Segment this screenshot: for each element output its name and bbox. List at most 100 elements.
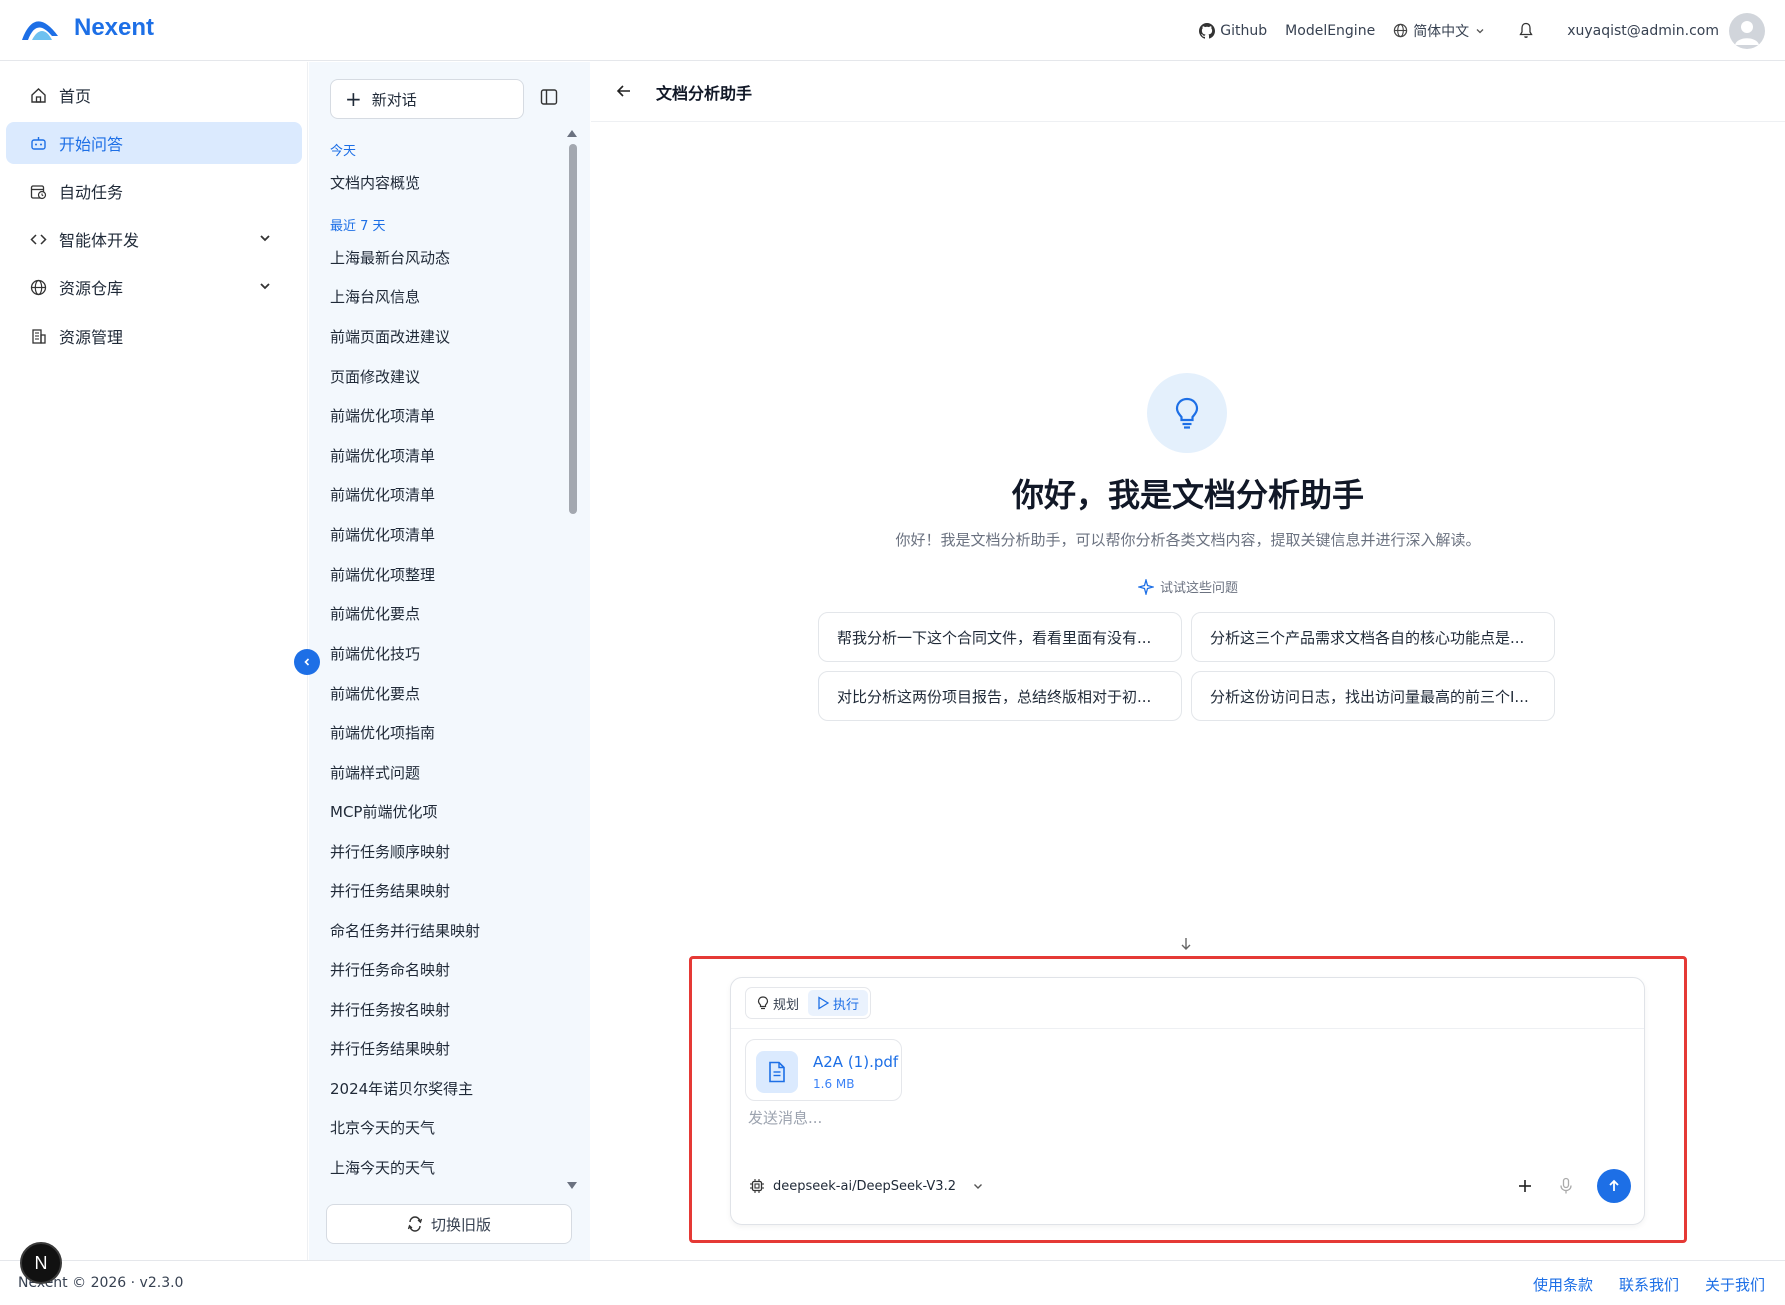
github-link[interactable]: Github <box>1199 22 1268 39</box>
language-select[interactable]: 简体中文 <box>1393 21 1490 41</box>
microphone-icon[interactable] <box>1559 1177 1573 1195</box>
chevron-down-icon <box>260 235 270 242</box>
conversation-item[interactable]: 前端页面改进建议 <box>330 326 450 347</box>
avatar[interactable] <box>1729 12 1765 49</box>
conversation-item[interactable]: MCP前端优化项 <box>330 801 437 822</box>
nav-item-start-qa[interactable]: 开始问答 <box>6 122 302 164</box>
nav-item-label: 自动任务 <box>59 183 124 202</box>
switch-old-version-button[interactable]: 切换旧版 <box>326 1204 572 1244</box>
chevron-left-icon <box>304 658 310 666</box>
github-icon <box>1199 22 1216 39</box>
welcome-title: 你好，我是文档分析助手 <box>1011 476 1364 514</box>
nav-item-label: 开始问答 <box>59 135 124 154</box>
nav-item-label: 资源仓库 <box>59 279 124 298</box>
collapse-sidebar-button[interactable] <box>294 649 320 675</box>
home-icon <box>31 87 46 103</box>
user-email[interactable]: xuyaqist@admin.com <box>1567 23 1719 39</box>
conversation-item[interactable]: 并行任务按名映射 <box>330 999 450 1020</box>
nav-item-auto-tasks[interactable]: 自动任务 <box>6 170 302 212</box>
main-sidebar: 首页 开始问答 自动任务 智能体开发 资源仓库 资源管理 <box>0 62 308 1260</box>
lightbulb-icon <box>757 996 769 1010</box>
conversation-item[interactable]: 前端样式问题 <box>330 762 420 783</box>
user-email-label: xuyaqist@admin.com <box>1567 22 1719 39</box>
app-name: Nexent <box>74 14 155 41</box>
suggestion-card[interactable]: 分析这三个产品需求文档各自的核心功能点是... <box>1191 612 1555 662</box>
scroll-up-arrow-icon[interactable] <box>567 130 577 137</box>
conversation-item[interactable]: 前端优化技巧 <box>330 643 420 664</box>
mode-execute-button[interactable]: 执行 <box>808 990 869 1016</box>
conversation-item[interactable]: 前端优化项清单 <box>330 484 435 505</box>
conversation-item[interactable]: 文档内容概览 <box>330 172 420 193</box>
suggestion-card[interactable]: 分析这份访问日志，找出访问量最高的前三个I... <box>1191 671 1555 721</box>
sidebar-toggle-icon[interactable] <box>540 88 558 106</box>
conversation-item[interactable]: 前端优化项指南 <box>330 722 435 743</box>
conversation-item[interactable]: 上海台风信息 <box>330 286 420 307</box>
conversation-item[interactable]: 前端优化项整理 <box>330 564 435 585</box>
attached-file-card[interactable]: A2A (1).pdf 1.6 MB <box>745 1039 902 1101</box>
model-name: deepseek-ai/DeepSeek-V3.2 <box>773 1178 956 1194</box>
assistant-avatar <box>1147 373 1227 453</box>
notification-button[interactable] <box>1518 22 1539 39</box>
welcome-subtitle: 你好！我是文档分析助手，可以帮你分析各类文档内容，提取关键信息并进行深入解读。 <box>895 531 1481 549</box>
conversation-item[interactable]: 并行任务结果映射 <box>330 880 450 901</box>
refresh-icon <box>407 1216 423 1232</box>
footer-link-contact[interactable]: 联系我们 <box>1619 1274 1679 1295</box>
scroll-down-arrow-icon[interactable] <box>567 1182 577 1189</box>
suggestion-card[interactable]: 帮我分析一下这个合同文件，看看里面有没有... <box>818 612 1182 662</box>
nav-item-agent-dev[interactable]: 智能体开发 <box>6 218 302 260</box>
arrow-down-icon[interactable] <box>1179 936 1193 952</box>
model-select[interactable]: deepseek-ai/DeepSeek-V3.2 <box>749 1178 992 1194</box>
conversation-item[interactable]: 前端优化项清单 <box>330 524 435 545</box>
chip-icon <box>750 1179 764 1193</box>
back-arrow-icon[interactable] <box>615 82 633 100</box>
conversation-item[interactable]: 并行任务顺序映射 <box>330 841 450 862</box>
conversation-item[interactable]: 2024年诺贝尔奖得主 <box>330 1078 473 1099</box>
mode-plan-button[interactable]: 规划 <box>748 990 808 1016</box>
conversation-item[interactable]: 北京今天的天气 <box>330 1117 435 1138</box>
app-logo[interactable]: Nexent <box>20 14 154 42</box>
send-button[interactable] <box>1597 1169 1631 1203</box>
conversation-item[interactable]: 前端优化要点 <box>330 683 420 704</box>
globe-icon <box>30 279 47 295</box>
footer-link-terms[interactable]: 使用条款 <box>1533 1274 1593 1295</box>
plus-icon[interactable] <box>1517 1178 1533 1194</box>
calendar-clock-icon <box>30 184 47 199</box>
suggestion-card[interactable]: 对比分析这两份项目报告，总结终版相对于初... <box>818 671 1182 721</box>
message-input[interactable] <box>748 1109 1608 1127</box>
conversation-item[interactable]: 上海今天的天气 <box>330 1157 435 1178</box>
conversation-item[interactable]: 前端优化要点 <box>330 603 420 624</box>
conversation-item[interactable]: 并行任务命名映射 <box>330 959 450 980</box>
suggestions-label-text: 试试这些问题 <box>1159 581 1238 596</box>
conversation-item[interactable]: 上海最新台风动态 <box>330 247 450 268</box>
conversation-item[interactable]: 页面修改建议 <box>330 366 420 387</box>
nav-item-label: 智能体开发 <box>59 231 140 250</box>
bell-icon <box>1519 22 1533 38</box>
nav-item-resource-repo[interactable]: 资源仓库 <box>6 266 302 308</box>
message-composer: 规划 执行 A2A (1).pdf 1.6 MB deepseek-ai/Dee… <box>730 977 1645 1225</box>
chevron-down-icon <box>1476 28 1484 33</box>
github-label: Github <box>1220 22 1268 39</box>
conversation-item[interactable]: 前端优化项清单 <box>330 445 435 466</box>
conversation-item[interactable]: 前端优化项清单 <box>330 405 435 426</box>
arrow-up-icon <box>1609 1179 1619 1191</box>
mode-toggle: 规划 执行 <box>745 987 872 1019</box>
user-icon <box>1735 20 1759 45</box>
scrollbar-thumb[interactable] <box>569 144 577 514</box>
mode-execute-label: 执行 <box>833 997 860 1013</box>
nav-item-resource-mgmt[interactable]: 资源管理 <box>6 315 302 357</box>
footer-link-about[interactable]: 关于我们 <box>1705 1274 1765 1295</box>
conversation-item[interactable]: 命名任务并行结果映射 <box>330 920 480 941</box>
file-name: A2A (1).pdf <box>813 1053 899 1071</box>
document-icon <box>756 1051 798 1093</box>
play-icon <box>818 996 830 1010</box>
code-icon <box>30 233 47 245</box>
conversation-item[interactable]: 并行任务结果映射 <box>330 1038 450 1059</box>
new-chat-button[interactable]: + 新对话 <box>330 79 524 119</box>
nav-item-home[interactable]: 首页 <box>6 74 302 116</box>
building-icon <box>32 328 46 344</box>
floating-n-badge[interactable]: N <box>20 1242 62 1284</box>
chevron-down-icon <box>973 1184 982 1189</box>
modelengine-link[interactable]: ModelEngine <box>1285 23 1375 39</box>
group-label-today: 今天 <box>330 144 357 159</box>
globe-icon <box>1393 23 1408 38</box>
